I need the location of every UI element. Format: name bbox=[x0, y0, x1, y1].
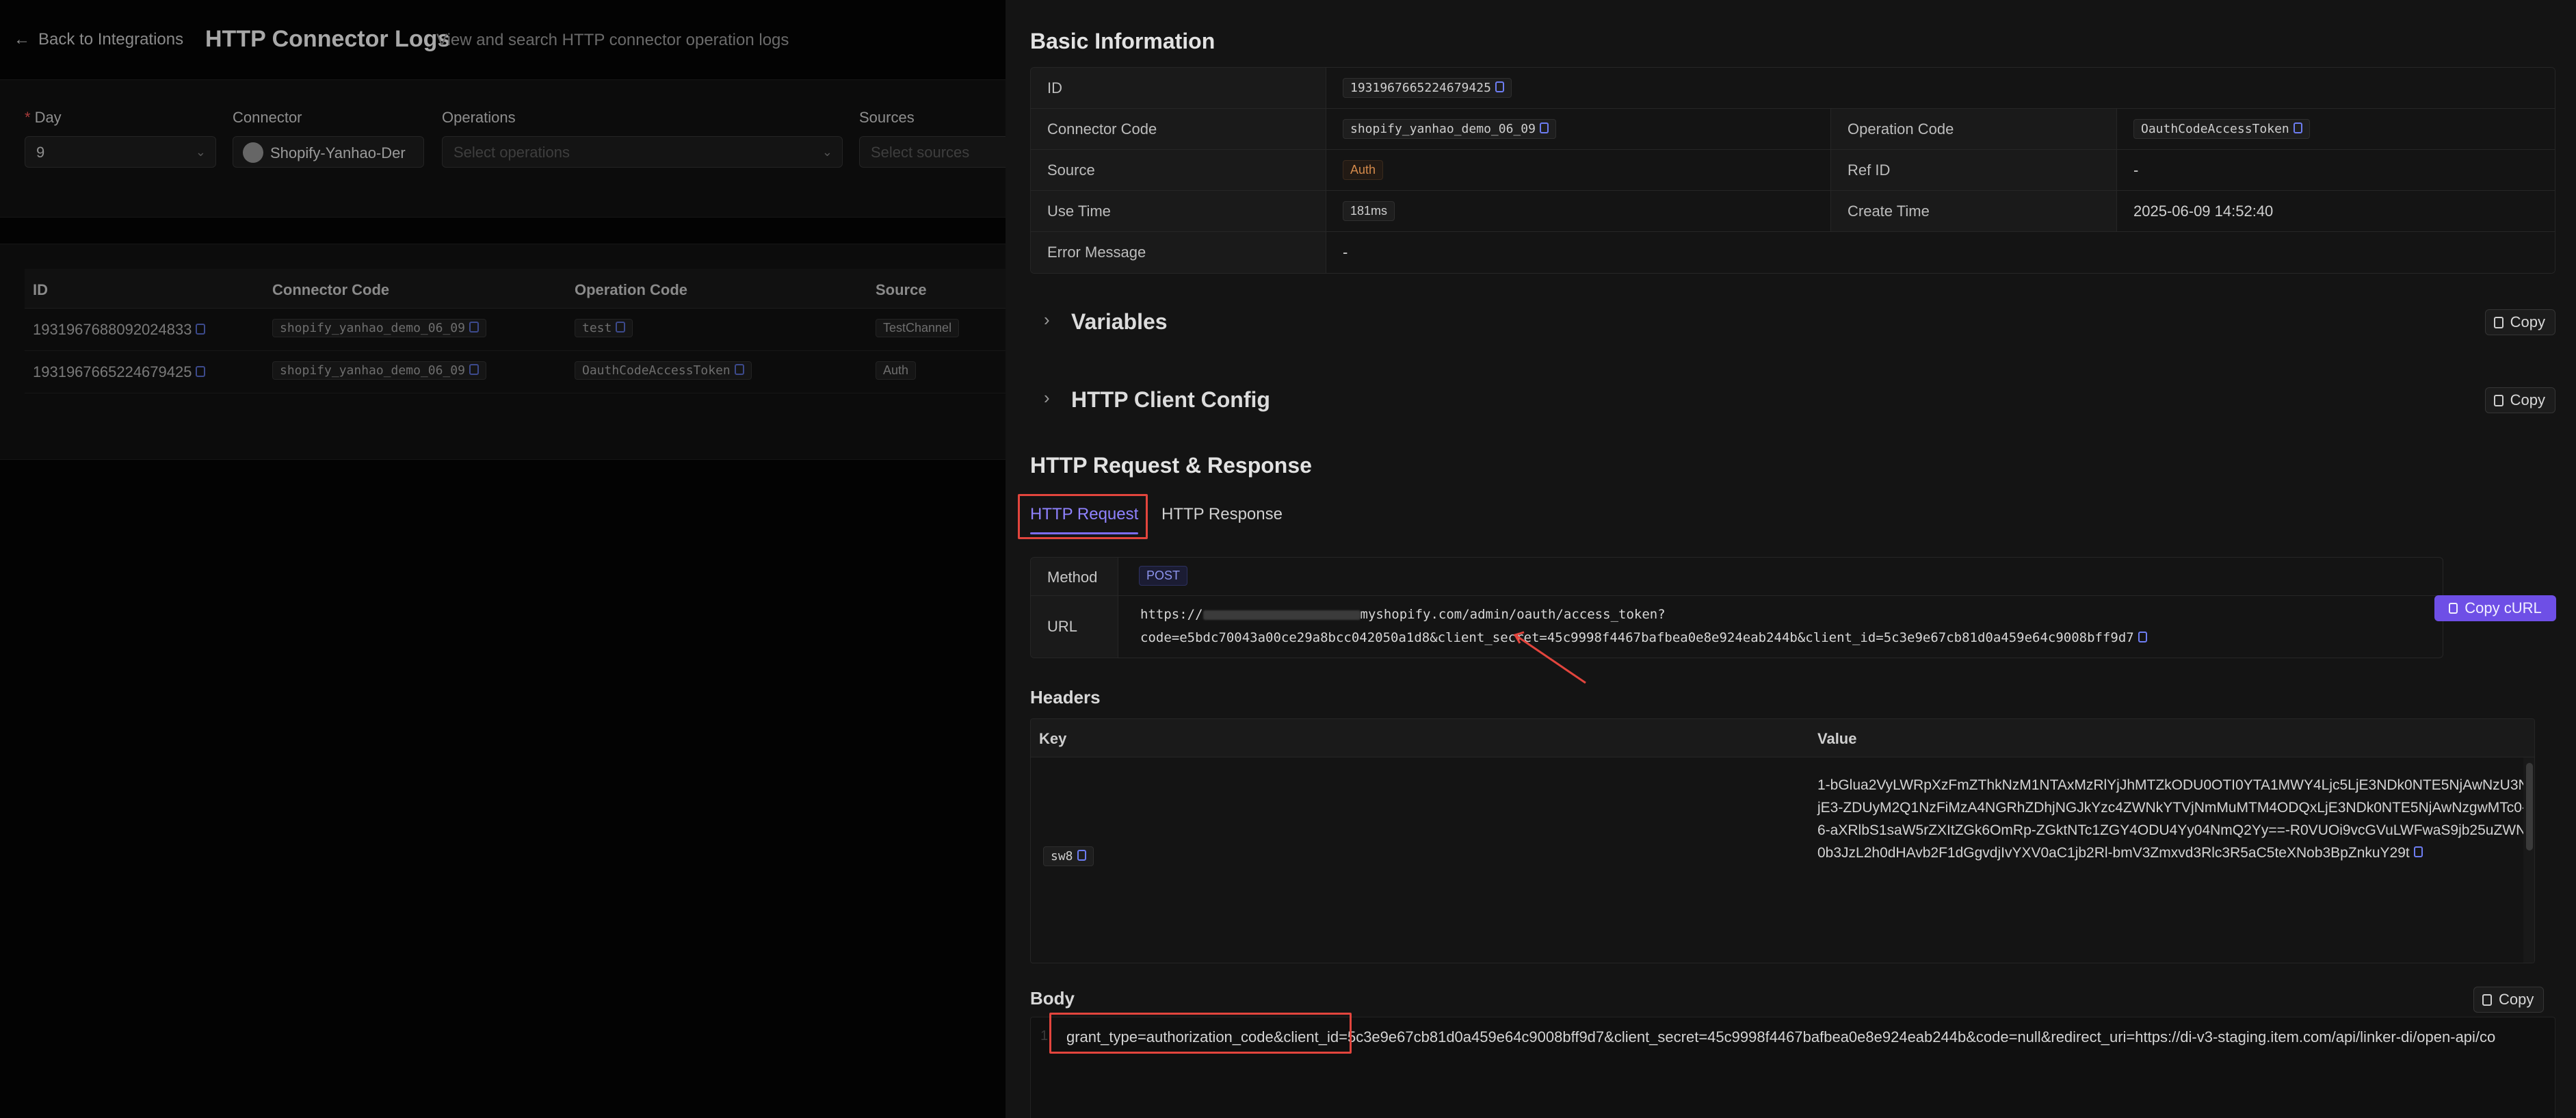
request-card: Method POST URL https://myshopify.com/ad… bbox=[1030, 557, 2443, 658]
use-time-badge: 181ms bbox=[1343, 201, 1395, 221]
page-subtitle: View and search HTTP connector operation… bbox=[436, 31, 789, 49]
headers-scrollbar[interactable] bbox=[2523, 757, 2534, 963]
ref-id-value: - bbox=[2117, 150, 2555, 190]
copy-icon bbox=[2482, 993, 2492, 1006]
basic-information-title: Basic Information bbox=[1030, 29, 1215, 53]
connector-select[interactable]: Shopify-Yanhao-Der bbox=[233, 136, 424, 168]
info-row-error: Error Message - bbox=[1031, 232, 2555, 273]
copy-icon[interactable] bbox=[616, 322, 626, 333]
headers-table: Key Value sw8 1-bGlua2VyLWRpXzFmZThkNzM1… bbox=[1030, 718, 2535, 963]
copy-variables-button[interactable]: Copy bbox=[2484, 309, 2555, 335]
filter-panel: * Day 9 ⌄ Connector Shopify-Yanhao-Der Op… bbox=[0, 79, 1016, 218]
headers-table-header: Key Value bbox=[1031, 719, 2534, 757]
table-row[interactable]: 1931967665224679425 shopify_yanhao_demo_… bbox=[25, 351, 1006, 393]
headers-title: Headers bbox=[1030, 687, 1101, 707]
tab-http-response[interactable]: HTTP Response bbox=[1161, 505, 1283, 524]
copy-icon[interactable] bbox=[196, 366, 206, 378]
source-badge: Auth bbox=[1343, 160, 1384, 180]
copy-client-config-button[interactable]: Copy bbox=[2484, 387, 2555, 413]
copy-icon[interactable] bbox=[2293, 122, 2302, 133]
header-value: 1-bGlua2VyLWRpXzFmZThkNzM1NTAxMzRlYjJhMT… bbox=[1817, 777, 2529, 861]
chevron-right-icon: › bbox=[1044, 387, 1050, 408]
basic-info-grid: ID 1931967665224679425 Connector Code sh… bbox=[1030, 67, 2555, 274]
connector-label: Connector bbox=[233, 109, 302, 126]
day-label: * Day bbox=[25, 109, 62, 126]
chevron-down-icon: ⌄ bbox=[195, 145, 206, 159]
highlight-box bbox=[1018, 494, 1148, 539]
info-row-id: ID 1931967665224679425 bbox=[1031, 68, 2555, 109]
body-title: Body bbox=[1030, 988, 1075, 1009]
source-chip: TestChannel bbox=[876, 319, 960, 337]
copy-icon bbox=[2493, 394, 2503, 406]
copy-icon[interactable] bbox=[1539, 122, 1549, 133]
copy-body-button[interactable]: Copy bbox=[2473, 987, 2545, 1013]
copy-icon[interactable] bbox=[2138, 631, 2147, 642]
copy-icon[interactable] bbox=[1495, 81, 1504, 92]
log-detail-drawer: Basic Information ID 1931967665224679425… bbox=[1006, 0, 2576, 1118]
method-badge: POST bbox=[1139, 566, 1188, 586]
header-key-chip: sw8 bbox=[1043, 846, 1094, 866]
connector-avatar-icon bbox=[243, 142, 263, 163]
request-response-tabs: HTTP Request HTTP Response bbox=[1030, 495, 2555, 536]
highlight-box bbox=[1049, 1013, 1352, 1054]
line-number: 1 bbox=[1040, 1028, 1049, 1043]
url-row: URL https://myshopify.com/admin/oauth/ac… bbox=[1031, 596, 2443, 658]
copy-icon[interactable] bbox=[2413, 846, 2423, 858]
redacted-host bbox=[1202, 610, 1361, 620]
arrow-left-icon: ← bbox=[14, 30, 30, 49]
source-chip: Auth bbox=[876, 361, 917, 380]
day-select[interactable]: 9 ⌄ bbox=[25, 136, 216, 168]
sources-label: Sources bbox=[859, 109, 915, 126]
operation-code-chip: OauthCodeAccessToken bbox=[575, 361, 752, 380]
table-row: sw8 1-bGlua2VyLWRpXzFmZThkNzM1NTAxMzRlYj… bbox=[1031, 757, 2529, 963]
info-row-codes: Connector Code shopify_yanhao_demo_06_09… bbox=[1031, 109, 2555, 150]
http-client-config-collapse[interactable]: › HTTP Client Config Copy bbox=[1030, 376, 2555, 424]
copy-icon[interactable] bbox=[469, 322, 479, 333]
operation-code-chip: test bbox=[575, 319, 633, 337]
copy-curl-button[interactable]: Copy cURL bbox=[2434, 595, 2556, 621]
copy-icon[interactable] bbox=[1077, 850, 1086, 861]
create-time-value: 2025-06-09 14:52:40 bbox=[2117, 191, 2555, 231]
url-line-1: https://myshopify.com/admin/oauth/access… bbox=[1140, 607, 1666, 622]
operation-code-chip: OauthCodeAccessToken bbox=[2133, 119, 2310, 139]
variables-collapse[interactable]: › Variables Copy bbox=[1030, 298, 2555, 346]
method-row: Method POST bbox=[1031, 558, 2443, 596]
logs-table: ID Connector Code Operation Code Source … bbox=[0, 244, 1006, 460]
info-row-source: Source Auth Ref ID - bbox=[1031, 150, 2555, 191]
connector-code-chip: shopify_yanhao_demo_06_09 bbox=[272, 361, 486, 380]
copy-icon bbox=[2449, 603, 2458, 614]
connector-code-chip: shopify_yanhao_demo_06_09 bbox=[1343, 119, 1556, 139]
id-chip: 1931967665224679425 bbox=[1343, 78, 1512, 98]
copy-icon[interactable] bbox=[469, 364, 479, 375]
info-row-time: Use Time 181ms Create Time 2025-06-09 14… bbox=[1031, 191, 2555, 232]
table-header: ID Connector Code Operation Code Source bbox=[25, 269, 1006, 309]
table-row[interactable]: 1931967688092024833 shopify_yanhao_demo_… bbox=[25, 309, 1006, 351]
url-line-2: code=e5bdc70043a00ce29a8bcc042050a1d8&cl… bbox=[1140, 630, 2147, 645]
background-page: ← Back to Integrations HTTP Connector Lo… bbox=[0, 0, 1016, 1118]
back-to-integrations-link[interactable]: ← Back to Integrations bbox=[14, 30, 183, 49]
chevron-down-icon: ⌄ bbox=[822, 145, 832, 159]
sources-select[interactable]: Select sources bbox=[859, 136, 1016, 168]
page-header: ← Back to Integrations HTTP Connector Lo… bbox=[0, 0, 1006, 79]
error-message-value: - bbox=[1326, 232, 2555, 273]
copy-icon[interactable] bbox=[196, 324, 206, 335]
operations-label: Operations bbox=[442, 109, 516, 126]
chevron-right-icon: › bbox=[1044, 309, 1050, 330]
operations-select[interactable]: Select operations ⌄ bbox=[442, 136, 843, 168]
connector-code-chip: shopify_yanhao_demo_06_09 bbox=[272, 319, 486, 337]
page-title: HTTP Connector Logs bbox=[205, 26, 451, 52]
copy-icon bbox=[2493, 316, 2503, 328]
request-response-title: HTTP Request & Response bbox=[1030, 453, 1312, 478]
copy-icon[interactable] bbox=[734, 364, 744, 375]
